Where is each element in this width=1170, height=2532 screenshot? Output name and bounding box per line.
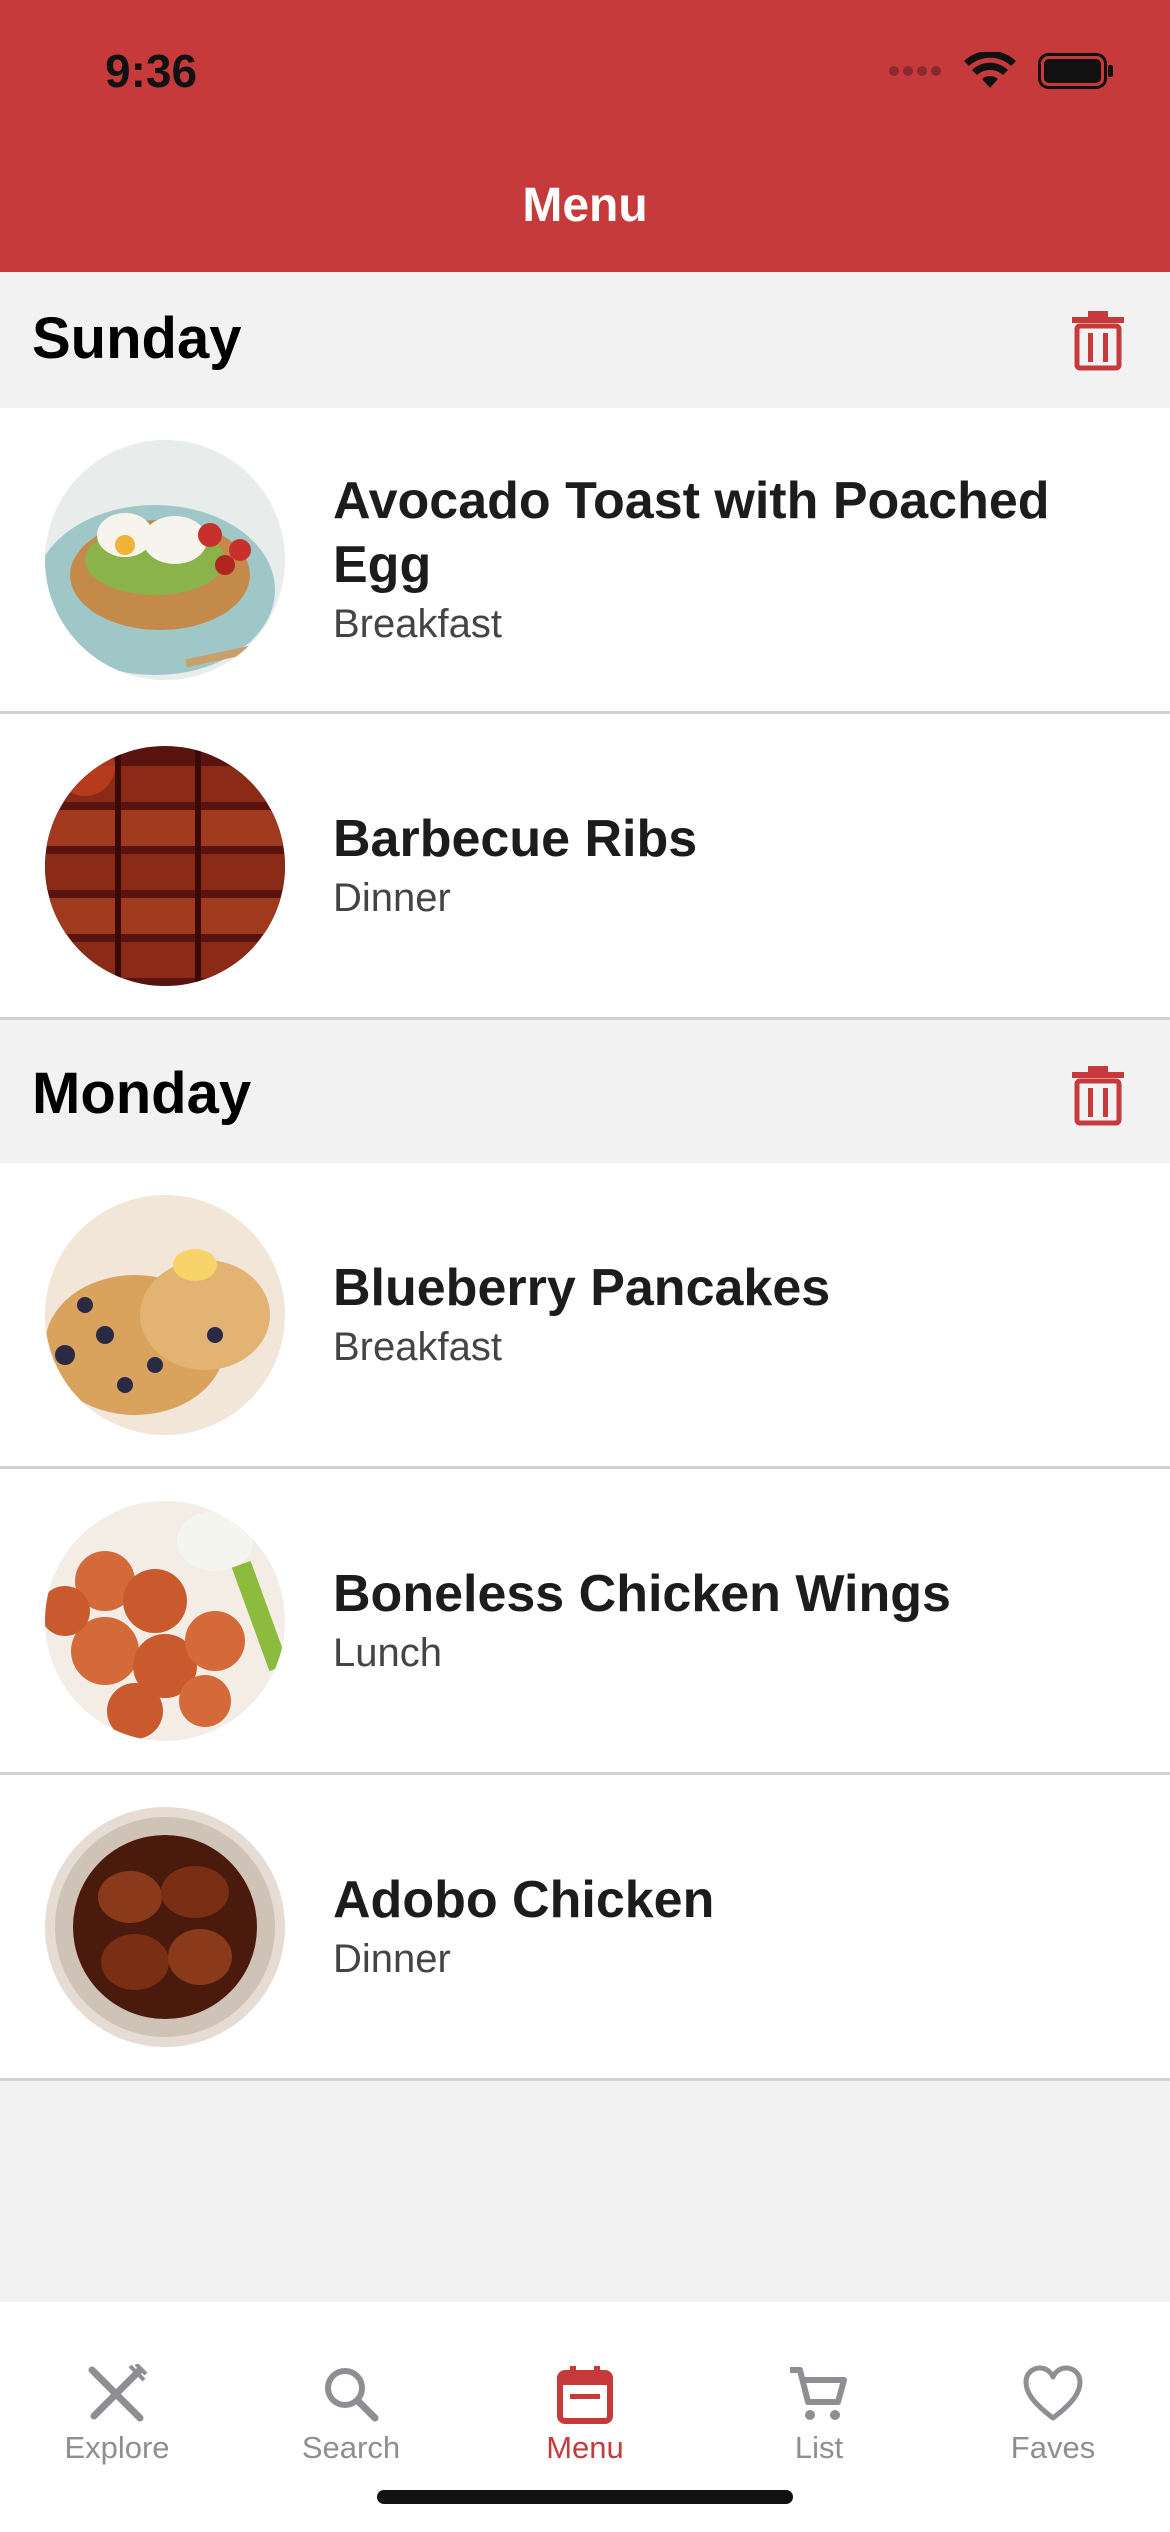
- meal-type: Dinner: [333, 1936, 451, 1981]
- calendar-icon: [557, 2366, 613, 2424]
- tab-faves[interactable]: Faves: [936, 2364, 1170, 2474]
- status-time: 9:36: [105, 45, 198, 97]
- tab-label: List: [794, 2430, 844, 2465]
- recipe-title: Boneless Chicken Wings: [333, 1564, 951, 1623]
- menu-item-row[interactable]: Avocado Toast with Poached Egg Breakfast: [0, 408, 1170, 714]
- tab-label: Menu: [546, 2430, 624, 2465]
- tab-list[interactable]: List: [702, 2364, 936, 2474]
- trash-icon[interactable]: [1066, 308, 1130, 372]
- search-icon: [325, 2368, 379, 2422]
- tab-label: Search: [301, 2430, 401, 2465]
- barbecue-ribs-image: [45, 746, 285, 986]
- section-day-label: Sunday: [32, 306, 242, 371]
- meal-type: Lunch: [333, 1630, 442, 1675]
- recipe-title: Avocado Toast with Poached Egg: [333, 471, 1050, 594]
- cellular-signal-icon: [889, 66, 941, 76]
- tab-menu[interactable]: Menu: [468, 2364, 702, 2474]
- battery-icon: [1038, 53, 1113, 89]
- wifi-icon: [964, 52, 1016, 88]
- section-header-monday: Monday: [0, 1027, 1170, 1163]
- meal-type: Breakfast: [333, 1324, 502, 1369]
- fork-knife-icon: [88, 2364, 148, 2422]
- blueberry-pancakes-image: [45, 1195, 285, 1435]
- section-header-sunday: Sunday: [0, 272, 1170, 408]
- meal-type: Dinner: [333, 875, 451, 920]
- nav-header: 9:36 Menu: [0, 0, 1170, 272]
- trash-icon[interactable]: [1066, 1063, 1130, 1127]
- recipe-title: Adobo Chicken: [333, 1870, 715, 1929]
- tab-label: Explore: [64, 2430, 170, 2465]
- cart-icon: [790, 2367, 847, 2420]
- section-day-label: Monday: [32, 1061, 252, 1126]
- tab-explore[interactable]: Explore: [0, 2364, 234, 2474]
- recipe-title: Barbecue Ribs: [333, 809, 698, 868]
- heart-icon: [1023, 2365, 1083, 2421]
- chicken-wings-image: [45, 1501, 285, 1741]
- menu-item-row[interactable]: Boneless Chicken Wings Lunch: [0, 1469, 1170, 1775]
- page-title: Menu: [522, 179, 648, 232]
- home-indicator: [377, 2490, 793, 2504]
- adobo-chicken-image: [45, 1807, 285, 2047]
- tab-search[interactable]: Search: [234, 2364, 468, 2474]
- menu-item-row[interactable]: Adobo Chicken Dinner: [0, 1775, 1170, 2081]
- menu-item-row[interactable]: Barbecue Ribs Dinner: [0, 714, 1170, 1020]
- recipe-title: Blueberry Pancakes: [333, 1258, 831, 1317]
- avocado-toast-image: [45, 440, 285, 680]
- menu-item-row[interactable]: Blueberry Pancakes Breakfast: [0, 1163, 1170, 1469]
- meal-type: Breakfast: [333, 601, 502, 646]
- tab-label: Faves: [1010, 2430, 1096, 2465]
- status-icons: [888, 52, 1114, 90]
